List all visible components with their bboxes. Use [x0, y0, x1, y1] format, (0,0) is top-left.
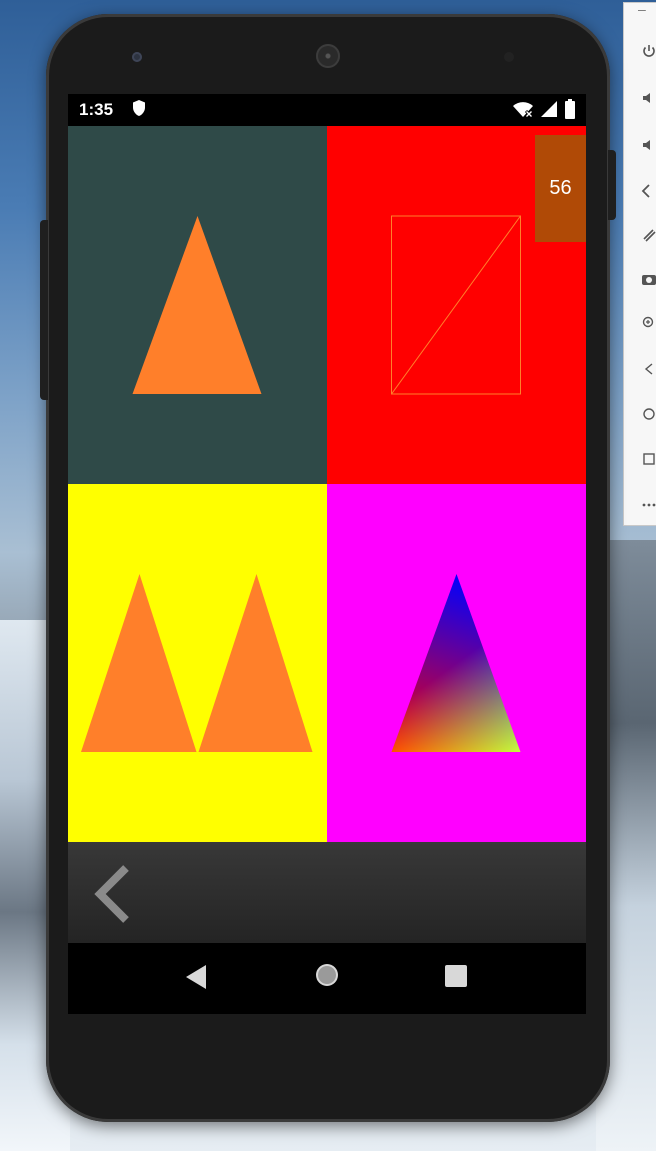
- quadrant-solid-triangle: [68, 126, 327, 484]
- emulator-toolbar: –: [623, 1, 656, 526]
- back-triangle-icon[interactable]: [184, 963, 208, 996]
- camera-icon[interactable]: [640, 271, 656, 289]
- more-icon[interactable]: [640, 497, 656, 515]
- status-time: 1:35: [79, 100, 114, 119]
- solid-triangle: [132, 216, 262, 394]
- shield-icon: [132, 99, 146, 122]
- quadrant-two-triangles: [68, 484, 327, 842]
- sensor-icon: [504, 52, 514, 62]
- fps-counter: 56: [535, 135, 586, 242]
- gradient-triangle: [391, 574, 521, 752]
- back-icon[interactable]: [640, 361, 656, 379]
- volume-down-icon[interactable]: [640, 137, 656, 155]
- recents-square-icon[interactable]: [444, 963, 468, 994]
- wifi-off-icon: [512, 100, 534, 123]
- chevron-left-icon[interactable]: [90, 864, 134, 929]
- rotate-right-icon[interactable]: [640, 227, 656, 245]
- speaker-grille-icon: [316, 44, 340, 68]
- overview-icon[interactable]: [640, 451, 656, 469]
- quadrant-gradient-triangle: [327, 484, 586, 842]
- volume-rocker: [40, 220, 48, 400]
- home-icon[interactable]: [640, 406, 656, 424]
- app-action-bar: [68, 842, 586, 943]
- battery-icon: [564, 99, 576, 124]
- volume-up-icon[interactable]: [640, 90, 656, 108]
- two-triangles: [81, 574, 313, 752]
- navigation-bar: [68, 943, 586, 1014]
- signal-icon: [540, 100, 558, 123]
- power-icon[interactable]: [640, 43, 656, 61]
- power-key: [608, 150, 616, 220]
- status-bar: 1:35: [68, 94, 586, 126]
- rotate-left-icon[interactable]: [640, 183, 656, 201]
- device-screen: 1:35 56: [68, 94, 586, 1014]
- home-circle-icon[interactable]: [313, 961, 341, 994]
- zoom-icon[interactable]: [640, 315, 656, 333]
- minimize-icon[interactable]: –: [638, 1, 646, 17]
- front-camera-icon: [132, 52, 142, 62]
